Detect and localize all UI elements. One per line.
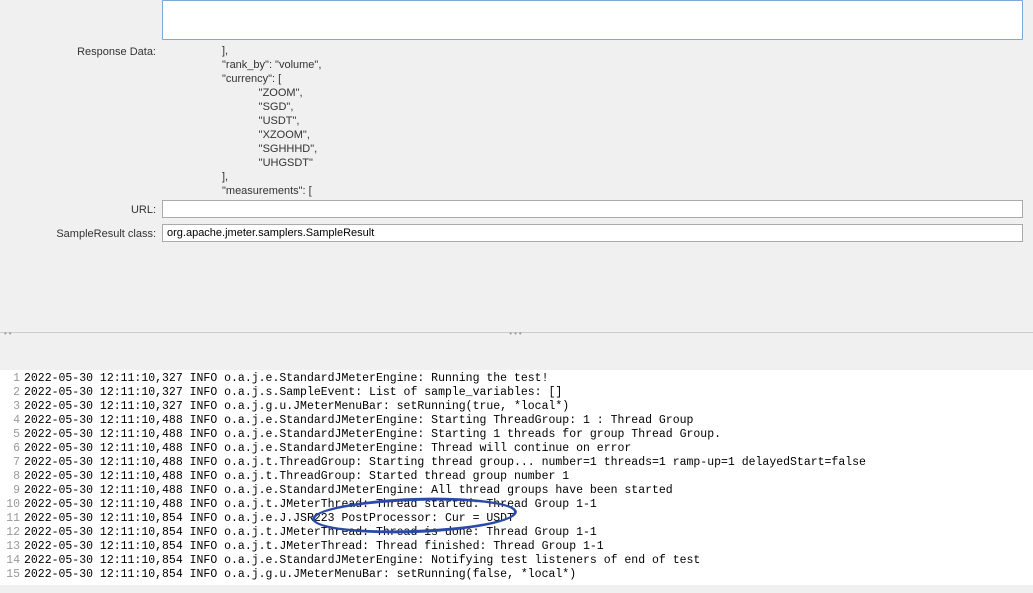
log-line: 10 2022-05-30 12:11:10,488 INFO o.a.j.t.J…	[2, 498, 1033, 512]
sample-result-input[interactable]	[162, 224, 1023, 242]
divider-dots-icon: •••	[509, 329, 523, 338]
url-input[interactable]	[162, 200, 1023, 218]
panel-divider[interactable]: •• •••	[0, 332, 1033, 340]
log-line-text: 2022-05-30 12:11:10,854 INFO o.a.j.t.JMe…	[24, 526, 1033, 540]
log-line-text: 2022-05-30 12:11:10,488 INFO o.a.j.e.Sta…	[24, 414, 1033, 428]
log-line-text: 2022-05-30 12:11:10,488 INFO o.a.j.e.Sta…	[24, 484, 1033, 498]
log-line: 8 2022-05-30 12:11:10,488 INFO o.a.j.t.Th…	[2, 470, 1033, 484]
log-line-text: 2022-05-30 12:11:10,854 INFO o.a.j.t.JMe…	[24, 540, 1033, 554]
log-line-number: 11	[2, 512, 20, 526]
log-line: 1 2022-05-30 12:11:10,327 INFO o.a.j.e.St…	[2, 372, 1033, 386]
log-line-text: 2022-05-30 12:11:10,854 INFO o.a.j.e.Sta…	[24, 554, 1033, 568]
log-line-number: 6	[2, 442, 20, 456]
log-line-text: 2022-05-30 12:11:10,488 INFO o.a.j.e.Sta…	[24, 442, 1033, 456]
log-line: 9 2022-05-30 12:11:10,488 INFO o.a.j.e.St…	[2, 484, 1033, 498]
log-line: 2 2022-05-30 12:11:10,327 INFO o.a.j.s.Sa…	[2, 386, 1033, 400]
log-line: 6 2022-05-30 12:11:10,488 INFO o.a.j.e.St…	[2, 442, 1033, 456]
log-line-number: 1	[2, 372, 20, 386]
log-line-number: 10	[2, 498, 20, 512]
log-line: 15 2022-05-30 12:11:10,854 INFO o.a.j.g.u…	[2, 568, 1033, 582]
log-line-text: 2022-05-30 12:11:10,327 INFO o.a.j.e.Sta…	[24, 372, 1033, 386]
log-line: 3 2022-05-30 12:11:10,327 INFO o.a.j.g.u.…	[2, 400, 1033, 414]
log-line-text: 2022-05-30 12:11:10,854 INFO o.a.j.g.u.J…	[24, 568, 1033, 582]
log-line-number: 13	[2, 540, 20, 554]
sample-result-label: SampleResult class:	[0, 226, 162, 240]
log-line-number: 7	[2, 456, 20, 470]
top-panel: Response Data: ], "rank_by": "volume", "…	[0, 0, 1033, 370]
response-data-content: ], "rank_by": "volume", "currency": [ "Z…	[162, 44, 1023, 198]
response-data-label: Response Data:	[0, 44, 162, 58]
log-line-text: 2022-05-30 12:11:10,327 INFO o.a.j.s.Sam…	[24, 386, 1033, 400]
log-line: 12 2022-05-30 12:11:10,854 INFO o.a.j.t.J…	[2, 526, 1033, 540]
log-line: 4 2022-05-30 12:11:10,488 INFO o.a.j.e.St…	[2, 414, 1033, 428]
json-preview-box[interactable]	[162, 0, 1023, 40]
log-line-text: 2022-05-30 12:11:10,854 INFO o.a.j.e.J.J…	[24, 512, 1033, 526]
log-line-text: 2022-05-30 12:11:10,488 INFO o.a.j.t.Thr…	[24, 456, 1033, 470]
log-line: 11 2022-05-30 12:11:10,854 INFO o.a.j.e.J…	[2, 512, 1033, 526]
log-line-number: 5	[2, 428, 20, 442]
log-line-text: 2022-05-30 12:11:10,488 INFO o.a.j.t.JMe…	[24, 498, 1033, 512]
log-line-number: 12	[2, 526, 20, 540]
log-line-text: 2022-05-30 12:11:10,327 INFO o.a.j.g.u.J…	[24, 400, 1033, 414]
log-line: 13 2022-05-30 12:11:10,854 INFO o.a.j.t.J…	[2, 540, 1033, 554]
log-line-text: 2022-05-30 12:11:10,488 INFO o.a.j.t.Thr…	[24, 470, 1033, 484]
log-line-number: 14	[2, 554, 20, 568]
log-line-number: 15	[2, 568, 20, 582]
divider-dots-left-icon: ••	[4, 329, 14, 338]
log-line-number: 2	[2, 386, 20, 400]
log-line-number: 8	[2, 470, 20, 484]
log-line-text: 2022-05-30 12:11:10,488 INFO o.a.j.e.Sta…	[24, 428, 1033, 442]
log-line: 14 2022-05-30 12:11:10,854 INFO o.a.j.e.S…	[2, 554, 1033, 568]
url-label: URL:	[0, 202, 162, 216]
log-line-number: 9	[2, 484, 20, 498]
log-panel[interactable]: 1 2022-05-30 12:11:10,327 INFO o.a.j.e.St…	[0, 370, 1033, 585]
log-line-number: 3	[2, 400, 20, 414]
log-line: 5 2022-05-30 12:11:10,488 INFO o.a.j.e.St…	[2, 428, 1033, 442]
log-line: 7 2022-05-30 12:11:10,488 INFO o.a.j.t.Th…	[2, 456, 1033, 470]
log-line-number: 4	[2, 414, 20, 428]
